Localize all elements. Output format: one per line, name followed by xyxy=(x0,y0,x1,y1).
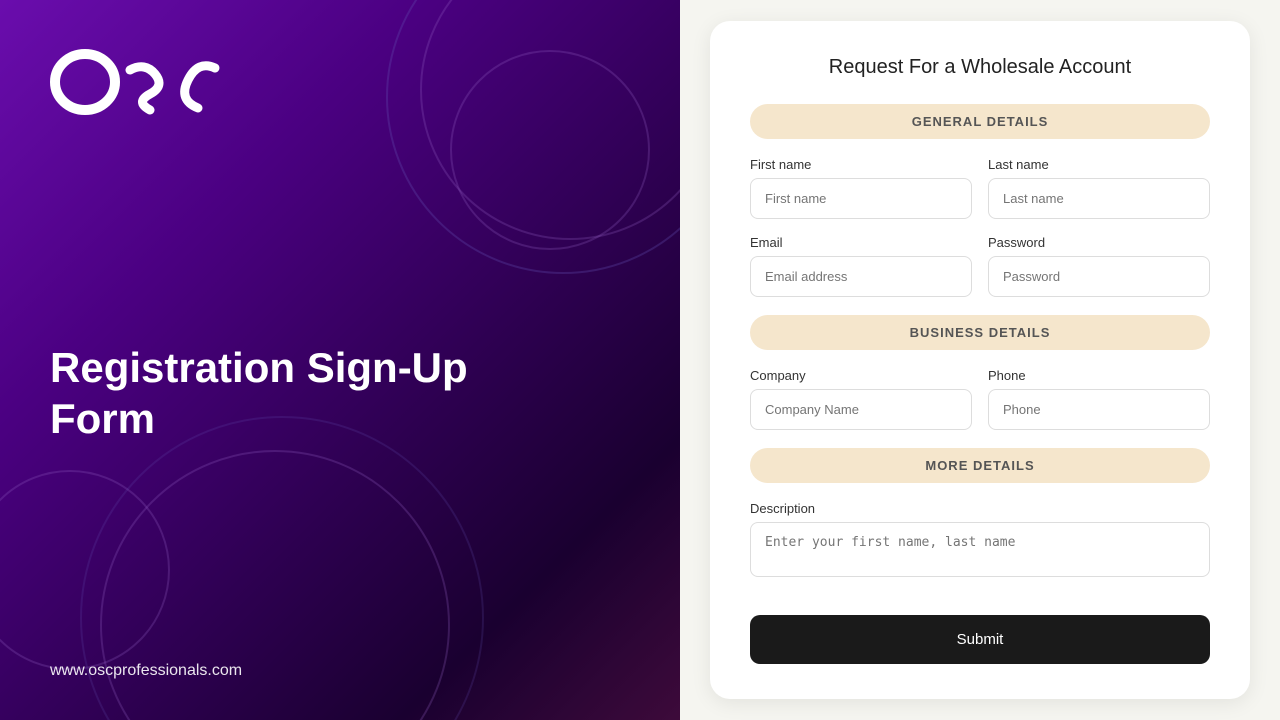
submit-button[interactable]: Submit xyxy=(750,615,1210,664)
general-details-section: GENERAL DETAILS First name Last name Ema… xyxy=(750,104,1210,297)
right-panel: Request For a Wholesale Account GENERAL … xyxy=(680,0,1280,720)
company-group: Company xyxy=(750,368,972,430)
email-label: Email xyxy=(750,235,972,250)
left-panel: Registration Sign-Up Form www.oscprofess… xyxy=(0,0,680,720)
company-label: Company xyxy=(750,368,972,383)
first-name-label: First name xyxy=(750,157,972,172)
company-phone-row: Company Phone xyxy=(750,368,1210,430)
business-details-header: BUSINESS DETAILS xyxy=(750,315,1210,350)
business-details-section: BUSINESS DETAILS Company Phone xyxy=(750,315,1210,430)
phone-input[interactable] xyxy=(988,389,1210,430)
more-details-header: MORE DETAILS xyxy=(750,448,1210,483)
description-label: Description xyxy=(750,501,1210,516)
email-input[interactable] xyxy=(750,256,972,297)
phone-label: Phone xyxy=(988,368,1210,383)
last-name-input[interactable] xyxy=(988,178,1210,219)
last-name-label: Last name xyxy=(988,157,1210,172)
page-title: Registration Sign-Up Form xyxy=(50,343,550,444)
description-input[interactable] xyxy=(750,522,1210,577)
website-url: www.oscprofessionals.com xyxy=(50,662,630,680)
phone-group: Phone xyxy=(988,368,1210,430)
first-name-group: First name xyxy=(750,157,972,219)
company-input[interactable] xyxy=(750,389,972,430)
password-group: Password xyxy=(988,235,1210,297)
email-group: Email xyxy=(750,235,972,297)
description-group: Description xyxy=(750,501,1210,577)
first-name-input[interactable] xyxy=(750,178,972,219)
password-input[interactable] xyxy=(988,256,1210,297)
email-password-row: Email Password xyxy=(750,235,1210,297)
general-details-header: GENERAL DETAILS xyxy=(750,104,1210,139)
name-row: First name Last name xyxy=(750,157,1210,219)
password-label: Password xyxy=(988,235,1210,250)
form-title: Request For a Wholesale Account xyxy=(750,56,1210,79)
form-card: Request For a Wholesale Account GENERAL … xyxy=(710,21,1250,699)
logo xyxy=(50,40,230,125)
last-name-group: Last name xyxy=(988,157,1210,219)
more-details-section: MORE DETAILS Description xyxy=(750,448,1210,577)
